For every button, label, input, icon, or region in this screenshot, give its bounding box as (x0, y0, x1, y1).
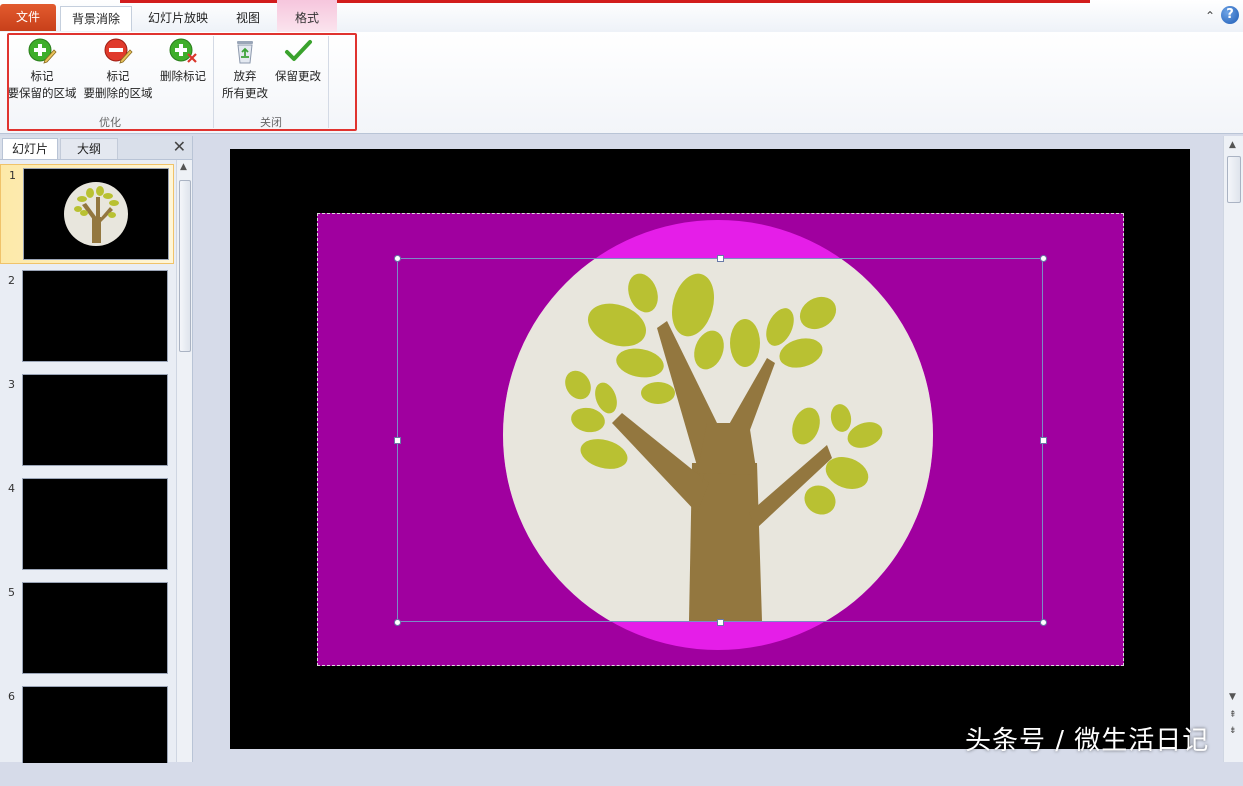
slide-canvas[interactable] (230, 149, 1190, 749)
slide-thumbnail[interactable] (23, 168, 169, 260)
slide-number: 2 (8, 274, 15, 287)
tab-view[interactable]: 视图 (224, 6, 272, 31)
tab-format[interactable]: 格式 (277, 6, 337, 31)
resize-handle[interactable] (717, 255, 724, 262)
scroll-up-icon[interactable]: ▲ (180, 162, 187, 172)
scroll-up-icon[interactable]: ▲ (1229, 140, 1236, 150)
scroll-down-icon[interactable]: ▼ (1229, 692, 1236, 702)
tree-thumbnail-image (64, 182, 128, 246)
slide-thumbnail[interactable] (22, 270, 168, 362)
slide-thumbnail-row[interactable]: 3 (0, 374, 174, 474)
tab-slides[interactable]: 幻灯片 (2, 138, 58, 159)
slides-pane: 幻灯片 大纲 ✕ 1 2 3 4 5 6 ▲ (0, 136, 193, 763)
slide-number: 3 (8, 378, 15, 391)
title-accent-line (120, 0, 1090, 3)
next-slide-icon[interactable]: ⇟ (1229, 726, 1237, 736)
slide-thumbnail-row[interactable]: 2 (0, 270, 174, 370)
tab-file[interactable]: 文件 (0, 4, 56, 31)
help-icon[interactable]: ? (1221, 6, 1239, 24)
vertical-scrollbar-thumb[interactable] (1227, 156, 1241, 203)
slide-thumbnail-row[interactable]: 1 (0, 164, 174, 264)
resize-handle[interactable] (394, 437, 401, 444)
ribbon: 标记 要保留的区域 标记 要删除的区域 删除标记 放弃 所有更改 保留更改 优化… (0, 32, 1243, 134)
slide-number: 6 (8, 690, 15, 703)
resize-handle[interactable] (394, 255, 401, 262)
tab-outline[interactable]: 大纲 (60, 138, 118, 159)
tab-slideshow[interactable]: 幻灯片放映 (140, 6, 216, 31)
slide-thumbnail-row[interactable]: 6 (0, 686, 174, 786)
close-icon[interactable]: ✕ (173, 137, 186, 156)
ribbon-tab-bar: 文件 背景消除 幻灯片放映 视图 格式 ⌃ ? (0, 0, 1243, 33)
annotation-highlight-box (7, 33, 357, 131)
slide-editing-area (198, 136, 1221, 762)
slide-number: 1 (9, 169, 16, 182)
pane-tabs: 幻灯片 大纲 ✕ (0, 136, 192, 160)
vertical-scrollbar[interactable]: ▲ ▼ ⇞ ⇟ (1223, 136, 1243, 762)
slide-thumbnail-row[interactable]: 5 (0, 582, 174, 682)
slide-number: 4 (8, 482, 15, 495)
watermark-text: 头条号 / 微生活日记 (965, 726, 1210, 756)
slide-thumbnail[interactable] (22, 686, 168, 763)
resize-handle[interactable] (1040, 255, 1047, 262)
previous-slide-icon[interactable]: ⇞ (1229, 710, 1237, 720)
slide-thumbnail-row[interactable]: 4 (0, 478, 174, 578)
selection-bounding-box[interactable] (397, 258, 1043, 622)
pane-scrollbar-thumb[interactable] (179, 180, 191, 352)
slide-thumbnail[interactable] (22, 478, 168, 570)
resize-handle[interactable] (394, 619, 401, 626)
slide-thumbnail[interactable] (22, 374, 168, 466)
tab-background-removal[interactable]: 背景消除 (60, 6, 132, 31)
pane-scrollbar[interactable]: ▲ (176, 160, 192, 762)
slide-number: 5 (8, 586, 15, 599)
slide-thumbnail[interactable] (22, 582, 168, 674)
resize-handle[interactable] (717, 619, 724, 626)
resize-handle[interactable] (1040, 437, 1047, 444)
minimize-ribbon-icon[interactable]: ⌃ (1205, 9, 1215, 23)
resize-handle[interactable] (1040, 619, 1047, 626)
